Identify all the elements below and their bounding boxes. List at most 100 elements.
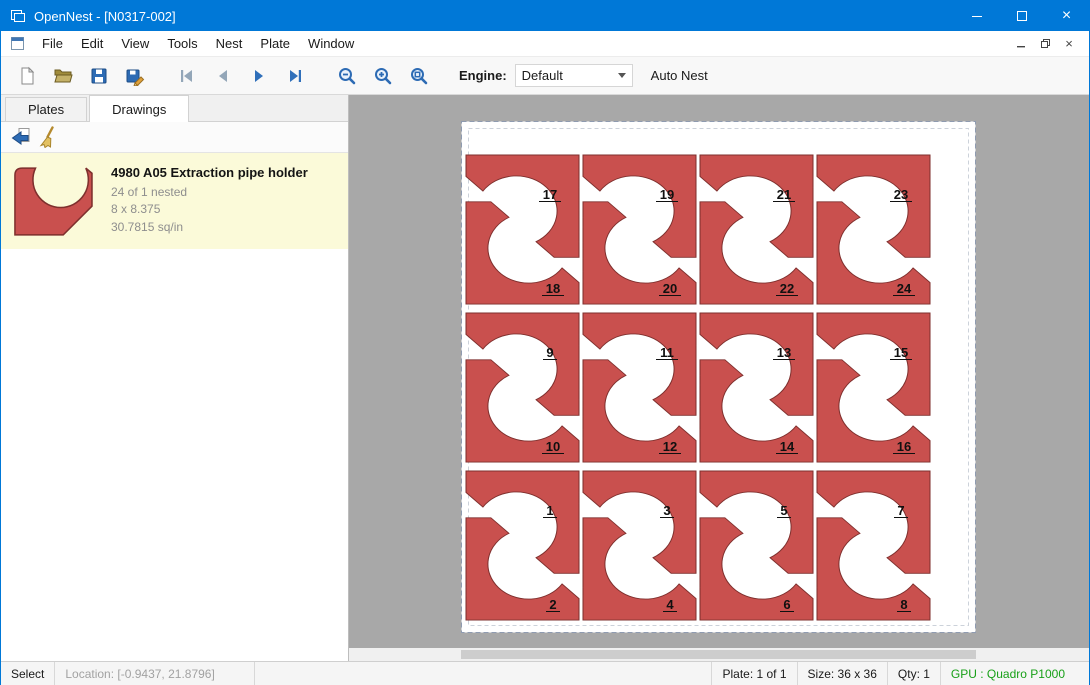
open-folder-icon [53,66,73,86]
part-number-label: 16 [897,439,911,454]
new-file-button[interactable] [9,60,45,92]
drawing-area: 30.7815 sq/in [111,219,308,236]
save-icon [89,66,109,86]
zoom-fit-icon [409,66,429,86]
drawing-nested-count: 24 of 1 nested [111,184,308,201]
zoom-fit-button[interactable] [401,60,437,92]
app-icon [10,8,26,24]
mdi-restore-button[interactable] [1033,34,1057,54]
part-number-label: 5 [780,503,787,518]
sidebar: Plates Drawings [1,95,349,661]
part-number-label: 13 [777,345,791,360]
menu-plate[interactable]: Plate [251,32,299,55]
drawing-size: 8 x 8.375 [111,201,308,218]
tab-plates-label: Plates [28,102,64,117]
menu-edit[interactable]: Edit [72,32,112,55]
zoom-out-icon [337,66,357,86]
zoom-in-icon [373,66,393,86]
tab-plates[interactable]: Plates [5,97,87,121]
sidebar-toolbar [1,122,348,153]
title-bar[interactable]: OpenNest - [N0317-002] × [1,1,1089,31]
clear-parts-button[interactable] [35,124,63,150]
chevron-down-icon [618,73,626,78]
sidebar-tabstrip: Plates Drawings [1,95,348,122]
part-thumbnail [7,161,103,241]
save-as-button[interactable] [117,60,153,92]
previous-plate-button[interactable] [205,60,241,92]
part-number-label: 18 [546,281,560,296]
zoom-out-button[interactable] [329,60,365,92]
drawing-title: 4980 A05 Extraction pipe holder [111,165,308,180]
mdi-close-button[interactable]: × [1057,34,1081,54]
open-file-button[interactable] [45,60,81,92]
return-arrow-icon [10,126,32,148]
last-plate-icon [285,66,305,86]
save-button[interactable] [81,60,117,92]
previous-plate-icon [213,66,233,86]
part-number-label: 8 [900,597,907,612]
plate[interactable]: 171819202122232491011121314151612345678 [461,121,976,633]
document-icon [10,36,25,51]
drawing-list-item[interactable]: 4980 A05 Extraction pipe holder 24 of 1 … [1,153,348,249]
part-number-label: 24 [897,281,912,296]
menu-bar: File Edit View Tools Nest Plate Window × [1,31,1089,57]
window-title: OpenNest - [N0317-002] [34,9,176,24]
mdi-minimize-button[interactable] [1009,34,1033,54]
status-qty: Qty: 1 [887,662,940,685]
tab-drawings-label: Drawings [112,102,166,117]
engine-value: Default [522,68,563,83]
part-number-label: 22 [780,281,794,296]
status-size: Size: 36 x 36 [797,662,887,685]
part-number-label: 17 [543,187,557,202]
new-file-icon [17,66,37,86]
status-gpu: GPU : Quadro P1000 [940,662,1075,685]
menu-view[interactable]: View [112,32,158,55]
close-button[interactable]: × [1044,1,1089,31]
part-number-label: 6 [783,597,790,612]
return-part-button[interactable] [7,124,35,150]
engine-select[interactable]: Default [515,64,633,87]
menu-file[interactable]: File [33,32,72,55]
part-number-label: 2 [549,597,556,612]
last-plate-button[interactable] [277,60,313,92]
minimize-button[interactable] [954,1,999,31]
part-shape-icon [11,163,99,239]
part-number-label: 4 [666,597,674,612]
auto-nest-button[interactable]: Auto Nest [651,68,708,83]
menu-tools[interactable]: Tools [158,32,206,55]
status-mode: Select [1,662,55,685]
mdi-minimize-icon [1016,39,1026,49]
part-number-label: 1 [546,503,553,518]
maximize-button[interactable] [999,1,1044,31]
status-location: Location: [-0.9437, 21.8796] [55,662,255,685]
first-plate-icon [177,66,197,86]
minimize-icon [972,16,982,17]
mdi-restore-icon [1040,38,1051,49]
mdi-close-icon: × [1065,36,1073,51]
toolbar: Engine: Default Auto Nest [1,57,1089,95]
part-number-label: 7 [897,503,904,518]
status-plate: Plate: 1 of 1 [711,662,796,685]
part-number-label: 12 [663,439,677,454]
nesting-canvas[interactable]: 171819202122232491011121314151612345678 [349,95,1089,661]
part-number-label: 23 [894,187,908,202]
part-number-label: 11 [660,345,674,360]
scrollbar-thumb[interactable] [461,650,976,659]
save-as-icon [125,66,145,86]
first-plate-button[interactable] [169,60,205,92]
part-number-label: 14 [780,439,795,454]
next-plate-button[interactable] [241,60,277,92]
menu-window[interactable]: Window [299,32,363,55]
part-number-label: 19 [660,187,674,202]
tab-drawings[interactable]: Drawings [89,95,189,122]
part-number-label: 20 [663,281,677,296]
broom-icon [38,126,60,148]
part-number-label: 15 [894,345,908,360]
horizontal-scrollbar[interactable] [349,648,1089,661]
part-number-label: 10 [546,439,560,454]
menu-nest[interactable]: Nest [207,32,252,55]
resize-grip[interactable] [1075,662,1089,685]
zoom-in-button[interactable] [365,60,401,92]
maximize-icon [1017,11,1027,21]
status-bar: Select Location: [-0.9437, 21.8796] Plat… [1,661,1089,685]
